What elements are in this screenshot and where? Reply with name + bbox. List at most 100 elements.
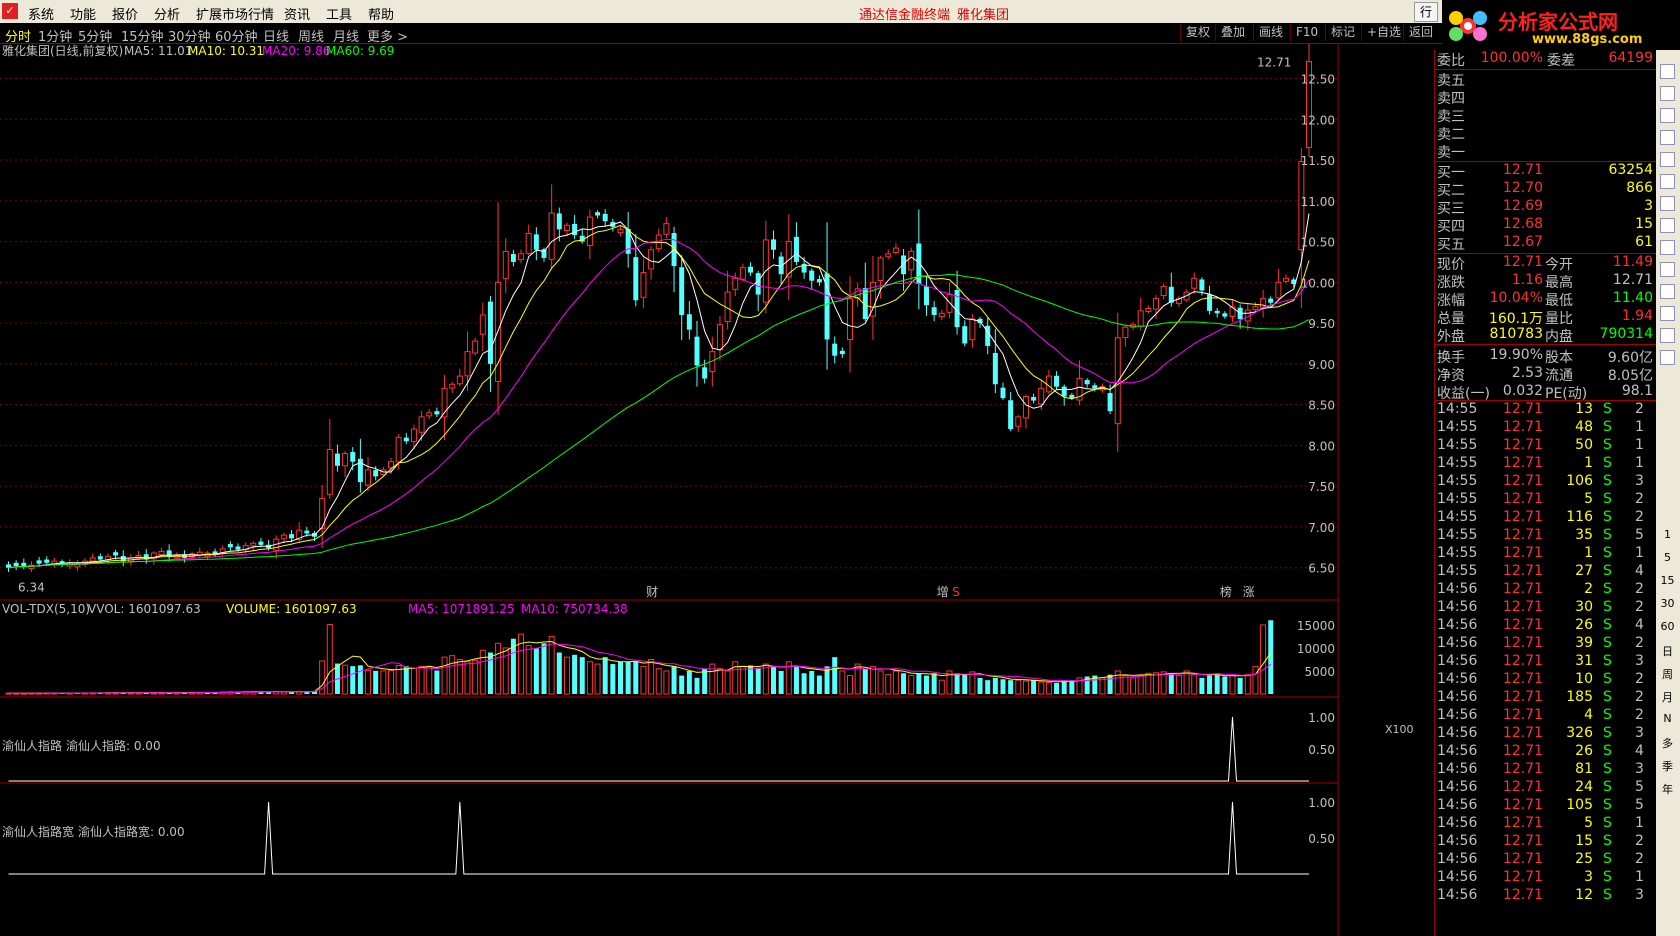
side-period-tab[interactable]: 1: [1659, 528, 1676, 544]
menu-function[interactable]: 功能: [70, 4, 96, 23]
tick-volume: 10: [1575, 671, 1593, 687]
candle-body: [350, 452, 356, 462]
stat-value: 790314: [1599, 326, 1653, 342]
candle-body: [456, 375, 463, 385]
menu-system[interactable]: 系统: [28, 4, 54, 23]
side-tool-icon[interactable]: [1660, 152, 1675, 167]
chart-area[interactable]: 雅化集团(日线,前复权) MA5: 11.01 MA10: 10.31 MA20…: [0, 44, 1434, 936]
tick-price: 12.71: [1502, 509, 1543, 525]
period-tab-month[interactable]: 月线: [333, 26, 359, 45]
event-marker[interactable]: 榜: [1220, 584, 1232, 599]
candle-body: [1275, 281, 1282, 299]
stat-row: 换手 19.90% 股本 9.60亿: [1435, 347, 1657, 366]
sell-row: 卖二: [1435, 124, 1657, 143]
side-period-tab[interactable]: 日: [1659, 643, 1676, 659]
volume-bar: [572, 654, 578, 694]
stat-value: 810783: [1489, 326, 1543, 342]
side-tool-icon[interactable]: [1660, 86, 1675, 101]
period-tab-week[interactable]: 周线: [298, 26, 324, 45]
overlay-button[interactable]: 叠加: [1215, 24, 1250, 41]
period-tab-fenshi[interactable]: 分时: [5, 26, 31, 45]
volume-bar: [1107, 674, 1113, 694]
menu-help[interactable]: 帮助: [368, 4, 394, 23]
period-tab-more[interactable]: 更多 >: [367, 26, 408, 45]
side-tool-icon[interactable]: [1660, 108, 1675, 123]
period-tab-1min[interactable]: 1分钟: [38, 26, 72, 45]
side-tool-icon[interactable]: [1660, 284, 1675, 299]
menu-extended-market[interactable]: 扩展市场行情: [196, 4, 274, 23]
side-period-tab[interactable]: 60: [1659, 620, 1676, 636]
volume-bar: [388, 670, 394, 695]
side-tool-icon[interactable]: [1660, 218, 1675, 233]
side-period-tab[interactable]: 30: [1659, 597, 1676, 613]
menu-quote[interactable]: 报价: [112, 4, 138, 23]
buy-row: 买一 12.71 63254: [1435, 162, 1657, 181]
side-tool-icon[interactable]: [1660, 130, 1675, 145]
tick-side: S: [1603, 671, 1612, 687]
indicator2-value: 渝仙人指路宽: 0.00: [78, 824, 185, 839]
period-tab-day[interactable]: 日线: [263, 26, 289, 45]
f10-button[interactable]: F10: [1290, 24, 1323, 41]
side-period-tab[interactable]: 15: [1659, 574, 1676, 590]
event-marker[interactable]: 增: [937, 585, 949, 599]
draw-line-button[interactable]: 画线: [1253, 24, 1288, 41]
side-tool-icon[interactable]: [1660, 306, 1675, 321]
sell-level-label: 卖二: [1437, 127, 1465, 143]
volume-bar: [938, 679, 945, 695]
side-tool-icon[interactable]: [1660, 174, 1675, 189]
candle-body: [563, 224, 570, 232]
tick-time: 14:56: [1437, 833, 1478, 849]
back-button[interactable]: 返回: [1403, 24, 1438, 41]
stat-label: 换手: [1437, 350, 1465, 366]
stat-value: 98.1: [1621, 383, 1653, 399]
volume-bar: [809, 670, 815, 694]
side-period-tab[interactable]: 5: [1659, 551, 1676, 567]
period-tab-60min[interactable]: 60分钟: [215, 26, 258, 45]
fuquan-button[interactable]: 复权: [1180, 24, 1215, 41]
tick-side: S: [1603, 725, 1612, 741]
stat-row: 收益(一) 0.032 PE(动) 98.1: [1435, 383, 1657, 402]
event-marker[interactable]: S: [952, 585, 960, 599]
candle-body: [395, 436, 402, 463]
tick-volume: 35: [1575, 527, 1593, 543]
side-tool-icon[interactable]: [1660, 196, 1675, 211]
menu-tools[interactable]: 工具: [326, 4, 352, 23]
side-tool-icon[interactable]: [1660, 240, 1675, 255]
app-logo-icon[interactable]: ✓: [2, 3, 18, 19]
window-button[interactable]: 行: [1414, 2, 1438, 22]
tick-time: 14:56: [1437, 635, 1478, 651]
tick-count: 1: [1635, 869, 1644, 885]
side-period-tab[interactable]: 季: [1659, 758, 1676, 774]
tick-side: S: [1603, 797, 1612, 813]
menu-news[interactable]: 资讯: [284, 4, 310, 23]
side-tool-icon[interactable]: [1660, 64, 1675, 79]
tick-volume: 50: [1575, 437, 1593, 453]
period-tab-5min[interactable]: 5分钟: [78, 26, 112, 45]
ma-lines: [8, 213, 1310, 569]
sell-row: 卖四: [1435, 88, 1657, 107]
add-favorite-button[interactable]: +自选: [1361, 24, 1406, 41]
mark-button[interactable]: 标记: [1325, 24, 1360, 41]
tick-row: 14:56 12.71 81 S 3: [1435, 761, 1657, 779]
side-tool-icon[interactable]: [1660, 350, 1675, 365]
tick-time: 14:55: [1437, 419, 1478, 435]
menu-analysis[interactable]: 分析: [154, 4, 180, 23]
volume-bar: [1122, 675, 1129, 695]
side-period-tab[interactable]: 周: [1659, 666, 1676, 682]
right-side-toolbar: 1 5 15 30 60 日周月 N 多季年: [1656, 50, 1680, 936]
side-period-tab[interactable]: 多: [1659, 735, 1676, 751]
side-tool-icon[interactable]: [1660, 262, 1675, 277]
side-tool-icon[interactable]: [1660, 328, 1675, 343]
period-tab-15min[interactable]: 15分钟: [121, 26, 164, 45]
tick-count: 2: [1635, 689, 1644, 705]
event-marker[interactable]: 财: [646, 585, 658, 599]
period-tab-30min[interactable]: 30分钟: [168, 26, 211, 45]
volume-bar: [977, 677, 983, 694]
side-period-tab[interactable]: 年: [1659, 781, 1676, 797]
volume-bar: [541, 643, 547, 694]
event-marker[interactable]: 涨: [1243, 584, 1255, 599]
webi-value: 100.00%: [1480, 50, 1543, 66]
side-period-tab[interactable]: 月: [1659, 689, 1676, 705]
volume-bar: [686, 670, 692, 694]
side-period-tab[interactable]: N: [1659, 712, 1676, 728]
